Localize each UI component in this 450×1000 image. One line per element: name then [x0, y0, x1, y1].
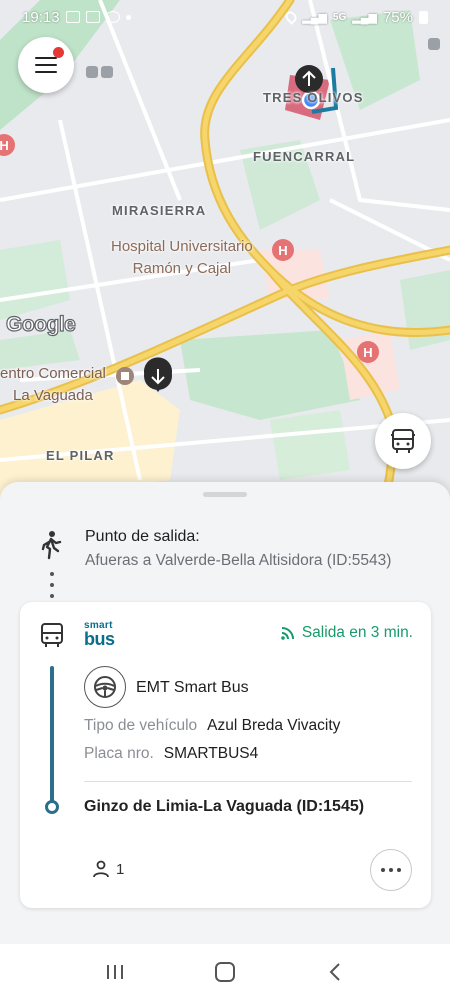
- hospital-marker-icon: H: [272, 239, 294, 261]
- map-poi-centro-comercial[interactable]: entro Comercial La Vaguada: [0, 363, 106, 407]
- brand-line-2: bus: [84, 629, 115, 649]
- more-icon: [381, 868, 385, 872]
- gallery-icon: [65, 11, 80, 23]
- plate-label: Placa nro.: [84, 745, 154, 762]
- trip-details-sheet[interactable]: Punto de salida: Afueras a Valverde-Bell…: [0, 482, 450, 944]
- route-timeline: [50, 666, 54, 808]
- smartbus-logo: smart bus: [84, 620, 124, 649]
- menu-icon: [35, 57, 57, 73]
- map-label-mirasierra: MIRASIERRA: [112, 203, 207, 218]
- map-label-tres-olivos: TRES OLIVOS: [263, 90, 364, 105]
- timeline-dots: [49, 572, 55, 598]
- departure-point: Punto de salida: Afueras a Valverde-Bell…: [0, 522, 450, 582]
- map-label-el-pilar: EL PILAR: [46, 448, 115, 463]
- vehicle-type: Tipo de vehículo Azul Breda Vivacity: [84, 717, 340, 735]
- back-icon: [329, 963, 340, 981]
- notification-dot: [53, 47, 64, 58]
- map-poi-hospital[interactable]: Hospital Universitario Ramón y Cajal: [111, 236, 253, 280]
- divider: [84, 781, 412, 782]
- more-notifications-icon: [125, 14, 131, 20]
- svg-text:H: H: [0, 138, 9, 153]
- steering-wheel-icon: [84, 666, 126, 708]
- network-label: 5G: [332, 11, 347, 23]
- departure-stop: Afueras a Valverde-Bella Altisidora (ID:…: [85, 552, 392, 569]
- battery-icon: [419, 10, 428, 24]
- more-options-button[interactable]: [370, 849, 412, 891]
- location-icon: [283, 9, 299, 25]
- destination-dot: [45, 800, 59, 814]
- vehicle-type-value: Azul Breda Vivacity: [207, 717, 341, 734]
- eta-text: Salida en 3 min.: [301, 624, 413, 641]
- signal-icon-2: ▂▄▆: [352, 11, 377, 24]
- operator-name: EMT Smart Bus: [136, 679, 249, 696]
- walking-icon: [41, 531, 62, 560]
- facebook-icon: [85, 11, 100, 23]
- svg-text:H: H: [278, 243, 287, 258]
- status-bar: 19:13 ▂▄▆ 5G ▂▄▆ 75%: [0, 0, 450, 34]
- plate-value: SMARTBUS4: [163, 745, 259, 762]
- bus-trip-card[interactable]: smart bus Salida en 3 min. EMT Smart Bus…: [20, 602, 431, 908]
- departure-title: Punto de salida:: [85, 528, 200, 545]
- sheet-drag-handle[interactable]: [203, 492, 247, 497]
- recents-icon: [107, 965, 123, 979]
- back-button[interactable]: [315, 952, 355, 992]
- recent-apps-button[interactable]: [95, 952, 135, 992]
- bus-icon: [391, 429, 415, 453]
- home-button[interactable]: [205, 952, 245, 992]
- bus-mode-button[interactable]: [375, 413, 431, 469]
- person-icon: [93, 860, 109, 878]
- plate-number: Placa nro. SMARTBUS4: [84, 745, 258, 763]
- system-navigation-bar: [0, 944, 450, 1000]
- eta-status: Salida en 3 min.: [280, 624, 413, 642]
- menu-button[interactable]: [18, 37, 74, 93]
- google-logo: Google: [5, 312, 76, 336]
- home-icon: [215, 962, 235, 982]
- app-icon: [105, 11, 120, 23]
- battery-percent: 75%: [382, 8, 413, 26]
- destination-stop: Ginzo de Limia-La Vaguada (ID:1545): [84, 798, 365, 815]
- realtime-icon: [281, 627, 294, 640]
- signal-icon: ▂▄▆: [302, 11, 327, 24]
- svg-text:H: H: [363, 345, 372, 360]
- vehicle-type-label: Tipo de vehículo: [84, 717, 198, 734]
- map-label-fuencarral: FUENCARRAL: [253, 149, 356, 164]
- passenger-count: 1: [92, 859, 124, 879]
- status-time: 19:13: [22, 8, 60, 26]
- passenger-count-value: 1: [116, 860, 125, 878]
- bus-icon: [41, 623, 63, 647]
